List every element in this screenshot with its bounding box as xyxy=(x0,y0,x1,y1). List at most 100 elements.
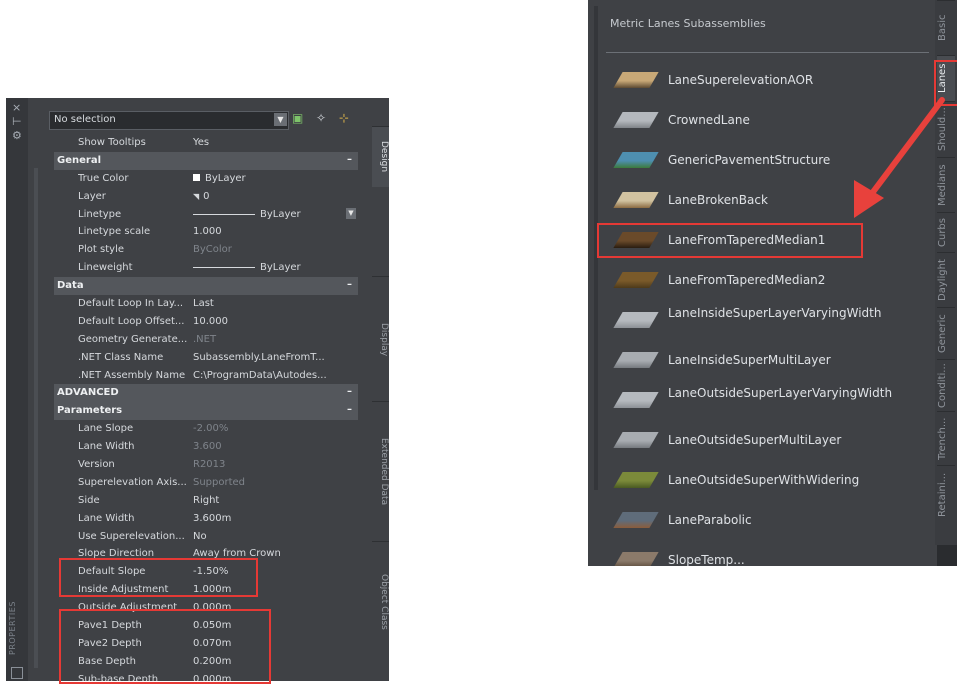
tab-extended-data[interactable]: Extended Data xyxy=(372,401,389,542)
property-row-pave1-depth[interactable]: Pave1 Depth 0.050m xyxy=(54,617,358,635)
subassembly-thumbnail-icon xyxy=(613,392,659,408)
property-value-text: Right xyxy=(193,494,220,506)
property-row-plot-style[interactable]: Plot style ByColor xyxy=(54,241,358,259)
property-value[interactable]: Right xyxy=(193,495,355,506)
tab-conditi[interactable]: Conditi... xyxy=(937,359,955,411)
section-header-general[interactable]: General – xyxy=(54,151,358,170)
property-value[interactable]: R2013 xyxy=(193,459,355,470)
close-icon[interactable]: × xyxy=(12,102,21,114)
property-row-lane-slope[interactable]: Lane Slope -2.00% xyxy=(54,420,358,438)
property-row-linetype[interactable]: Linetype ByLayer ▼ xyxy=(54,206,358,224)
tab-overflow-button[interactable] xyxy=(937,545,957,566)
collapse-toggle-icon[interactable]: – xyxy=(347,404,352,415)
property-row-layer[interactable]: Layer ◥ 0 xyxy=(54,188,358,206)
subassembly-item-laneoutsidesupermultilayer[interactable]: LaneOutsideSuperMultiLayer xyxy=(606,420,936,460)
chevron-down-icon[interactable]: ▼ xyxy=(346,207,356,219)
property-value[interactable]: ByLayer xyxy=(260,262,301,273)
autohide-icon[interactable]: ⊢ xyxy=(12,116,22,128)
property-row-superelevation-axis[interactable]: Superelevation Axis... Supported xyxy=(54,474,358,492)
property-value[interactable]: No xyxy=(193,531,355,542)
tab-design[interactable]: Design xyxy=(372,126,389,187)
pickadd-toggle-icon[interactable]: ⊹ xyxy=(339,111,349,125)
tab-retaini[interactable]: Retaini... xyxy=(937,465,955,523)
subassembly-label: LaneInsideSuperLayerVaryingWidth xyxy=(668,306,882,320)
tab-trench[interactable]: Trench... xyxy=(937,411,955,465)
property-row-base-depth[interactable]: Base Depth 0.200m xyxy=(54,653,358,671)
subassembly-item-laneoutsidesuperwithwidering[interactable]: LaneOutsideSuperWithWidering xyxy=(606,460,936,500)
property-value[interactable]: 0.070m xyxy=(193,638,355,649)
property-row-linetype-scale[interactable]: Linetype scale 1.000 xyxy=(54,223,358,241)
property-value[interactable]: 0.200m xyxy=(193,656,355,667)
property-value[interactable]: C:\ProgramData\Autodes... xyxy=(193,370,355,381)
collapse-toggle-icon[interactable]: – xyxy=(347,154,352,165)
select-objects-icon[interactable]: ✧ xyxy=(316,111,326,125)
property-row-inside-adjustment[interactable]: Inside Adjustment 1.000m xyxy=(54,581,358,599)
tab-generic[interactable]: Generic xyxy=(937,307,955,359)
property-row-slope-direction[interactable]: Slope Direction Away from Crown xyxy=(54,545,358,563)
property-row-pave2-depth[interactable]: Pave2 Depth 0.070m xyxy=(54,635,358,653)
property-value[interactable]: 0.050m xyxy=(193,620,355,631)
subassembly-item-laneparabolic[interactable]: LaneParabolic xyxy=(606,500,936,540)
tab-object-class[interactable]: Object Class xyxy=(372,541,389,662)
collapse-toggle-icon[interactable]: – xyxy=(347,279,352,290)
property-value[interactable]: 0.000m xyxy=(193,674,355,681)
property-row-default-loop-in-lay[interactable]: Default Loop In Lay... Last xyxy=(54,295,358,313)
property-row-sub-base-depth[interactable]: Sub-base Depth 0.000m xyxy=(54,671,358,681)
property-row-true-color[interactable]: True Color ByLayer xyxy=(54,170,358,188)
property-value[interactable]: ◥ 0 xyxy=(193,191,355,202)
property-value[interactable]: Yes xyxy=(193,137,355,148)
property-value[interactable]: Supported xyxy=(193,477,355,488)
palette-menu-icon[interactable] xyxy=(11,667,23,679)
properties-menu-icon[interactable]: ⚙ xyxy=(12,130,22,142)
subassembly-item-laneoutsidesuperlayervaryingwidth[interactable]: LaneOutsideSuperLayerVaryingWidth xyxy=(606,380,936,420)
property-value[interactable]: Away from Crown xyxy=(193,548,355,559)
property-value[interactable]: -1.50% xyxy=(193,566,355,577)
property-value[interactable]: -2.00% xyxy=(193,423,355,434)
property-row-use-superelevation[interactable]: Use Superelevation... No xyxy=(54,528,358,546)
property-value[interactable]: 10.000 xyxy=(193,316,355,327)
property-value[interactable]: 3.600 xyxy=(193,441,355,452)
property-value[interactable]: ByLayer xyxy=(193,173,355,184)
property-row-net-assembly-name[interactable]: .NET Assembly Name C:\ProgramData\Autodes… xyxy=(54,367,358,385)
section-header-data[interactable]: Data – xyxy=(54,277,358,296)
property-row-side[interactable]: Side Right xyxy=(54,492,358,510)
properties-scrollbar[interactable] xyxy=(34,168,38,668)
arrow-shaft xyxy=(867,97,945,199)
property-row-outside-adjustment[interactable]: Outside Adjustment 0.000m xyxy=(54,599,358,617)
subassembly-item-lanefromtaperedmedian2[interactable]: LaneFromTaperedMedian2 xyxy=(606,260,936,300)
property-value[interactable]: ByColor xyxy=(193,244,355,255)
subassembly-item-laneinsidesupermultilayer[interactable]: LaneInsideSuperMultiLayer xyxy=(606,340,936,380)
section-header-advanced[interactable]: ADVANCED – xyxy=(54,384,358,403)
quick-select-icon[interactable]: ▣ xyxy=(292,111,303,125)
property-value[interactable]: 1.000m xyxy=(193,584,355,595)
collapse-toggle-icon[interactable]: – xyxy=(347,386,352,397)
section-header-parameters[interactable]: Parameters – xyxy=(54,402,358,421)
property-row-geometry-generate[interactable]: Geometry Generate... .NET xyxy=(54,331,358,349)
property-value[interactable]: 1.000 xyxy=(193,226,355,237)
property-row-lineweight[interactable]: Lineweight ByLayer xyxy=(54,259,358,277)
properties-palette: × ⊢ ⚙ PROPERTIES No selection ▼ ▣ ✧ ⊹ Sh… xyxy=(6,98,389,681)
property-value[interactable]: ByLayer xyxy=(260,209,301,220)
property-row-lane-width[interactable]: Lane Width 3.600m xyxy=(54,510,358,528)
section-title: ADVANCED xyxy=(57,387,119,399)
property-row-default-slope[interactable]: Default Slope -1.50% xyxy=(54,563,358,581)
property-row-net-class-name[interactable]: .NET Class Name Subassembly.LaneFromT... xyxy=(54,349,358,367)
tab-display[interactable]: Display xyxy=(372,276,389,402)
property-value[interactable]: 0.000m xyxy=(193,602,355,613)
property-row-default-loop-offset[interactable]: Default Loop Offset... 10.000 xyxy=(54,313,358,331)
subassembly-label: LaneFromTaperedMedian2 xyxy=(668,273,826,287)
property-value[interactable]: Last xyxy=(193,298,355,309)
selection-dropdown[interactable]: No selection ▼ xyxy=(49,111,289,130)
property-row-show-tooltips[interactable]: Show Tooltips Yes xyxy=(54,134,358,152)
subassembly-item-laneinsidesuperlayervaryingwidth[interactable]: LaneInsideSuperLayerVaryingWidth xyxy=(606,300,936,340)
property-name: .NET Class Name xyxy=(78,351,164,363)
tab-daylight[interactable]: Daylight xyxy=(937,252,955,307)
property-row-version[interactable]: Version R2013 xyxy=(54,456,358,474)
tab-basic[interactable]: Basic xyxy=(937,0,955,55)
property-value[interactable]: Subassembly.LaneFromT... xyxy=(193,352,355,363)
property-value[interactable]: 3.600m xyxy=(193,513,355,524)
subassembly-item-slopetemp[interactable]: SlopeTemp... xyxy=(606,540,936,566)
property-value[interactable]: .NET xyxy=(193,334,355,345)
property-row-lane-width[interactable]: Lane Width 3.600 xyxy=(54,438,358,456)
chevron-down-icon[interactable]: ▼ xyxy=(274,113,287,126)
